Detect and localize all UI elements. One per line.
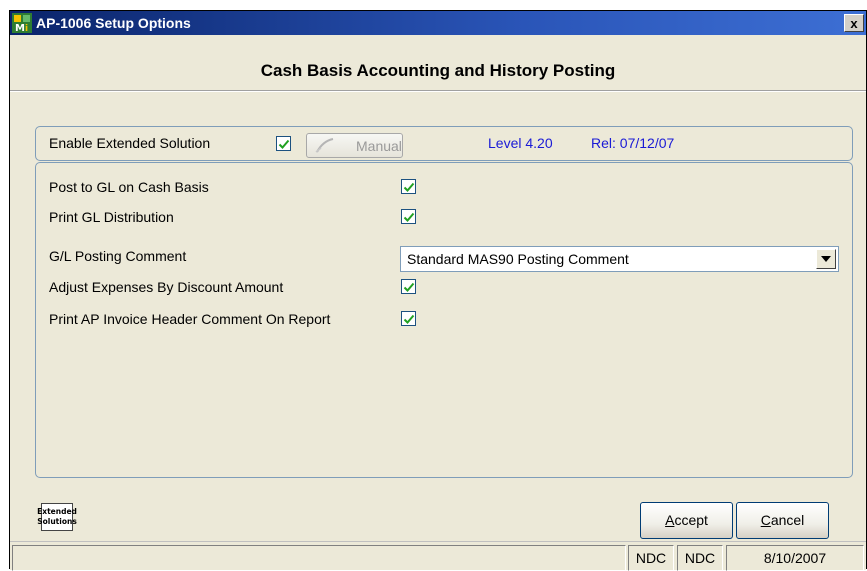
adjust-expenses-label: Adjust Expenses By Discount Amount <box>49 279 284 295</box>
cancel-mnemonic: C <box>760 512 771 528</box>
close-icon[interactable]: x <box>850 16 857 31</box>
divider <box>10 90 866 92</box>
gl-posting-comment-label: G/L Posting Comment <box>49 248 187 264</box>
print-header-comment-checkbox[interactable] <box>401 311 416 326</box>
svg-text:M: M <box>15 23 25 33</box>
check-icon <box>278 139 290 149</box>
cancel-button[interactable]: Cancel <box>736 502 829 539</box>
logo-line-2: Solutions <box>37 517 77 526</box>
close-button[interactable]: x <box>844 14 864 32</box>
status-user: NDC <box>677 545 723 571</box>
check-icon <box>403 212 415 222</box>
enable-extended-label: Enable Extended Solution <box>49 135 211 151</box>
title-bar: M i AP-1006 Setup Options x <box>10 11 866 35</box>
svg-text:i: i <box>25 24 28 33</box>
check-icon <box>403 314 415 324</box>
print-header-comment-label: Print AP Invoice Header Comment On Repor… <box>49 311 331 327</box>
post-gl-cash-basis-checkbox[interactable] <box>401 179 416 194</box>
setup-options-window: M i AP-1006 Setup Options x Cash Basis A… <box>9 10 867 571</box>
check-icon <box>403 282 415 292</box>
cancel-label: ancel <box>770 512 805 528</box>
accept-button[interactable]: Accept <box>640 502 733 539</box>
dropdown-arrow-icon[interactable] <box>816 249 836 269</box>
status-bar: NDC NDC 8/10/2007 <box>10 541 866 571</box>
enable-extended-checkbox[interactable] <box>276 136 291 151</box>
page-heading: Cash Basis Accounting and History Postin… <box>260 61 616 80</box>
release-text: Rel: 07/12/07 <box>591 135 675 151</box>
print-gl-distribution-checkbox[interactable] <box>401 209 416 224</box>
manual-label: Manual <box>356 138 402 154</box>
extended-solutions-logo[interactable]: Extended Solutions <box>37 503 77 531</box>
manual-icon <box>313 137 353 158</box>
gl-posting-comment-value: Standard MAS90 Posting Comment <box>407 251 629 267</box>
check-icon <box>403 182 415 192</box>
status-message-field <box>12 545 626 571</box>
status-company: NDC <box>628 545 674 571</box>
adjust-expenses-checkbox[interactable] <box>401 279 416 294</box>
status-date: 8/10/2007 <box>726 545 864 571</box>
window-title: AP-1006 Setup Options <box>36 15 191 31</box>
logo-line-1: Extended <box>37 507 77 516</box>
gl-posting-comment-select[interactable]: Standard MAS90 Posting Comment <box>400 246 839 272</box>
post-gl-cash-basis-label: Post to GL on Cash Basis <box>49 179 209 195</box>
level-text: Level 4.20 <box>488 135 553 151</box>
mas90-app-icon: M i <box>12 13 32 33</box>
accept-label: ccept <box>674 512 708 528</box>
print-gl-distribution-label: Print GL Distribution <box>49 209 174 225</box>
manual-button[interactable]: Manual <box>306 133 403 158</box>
